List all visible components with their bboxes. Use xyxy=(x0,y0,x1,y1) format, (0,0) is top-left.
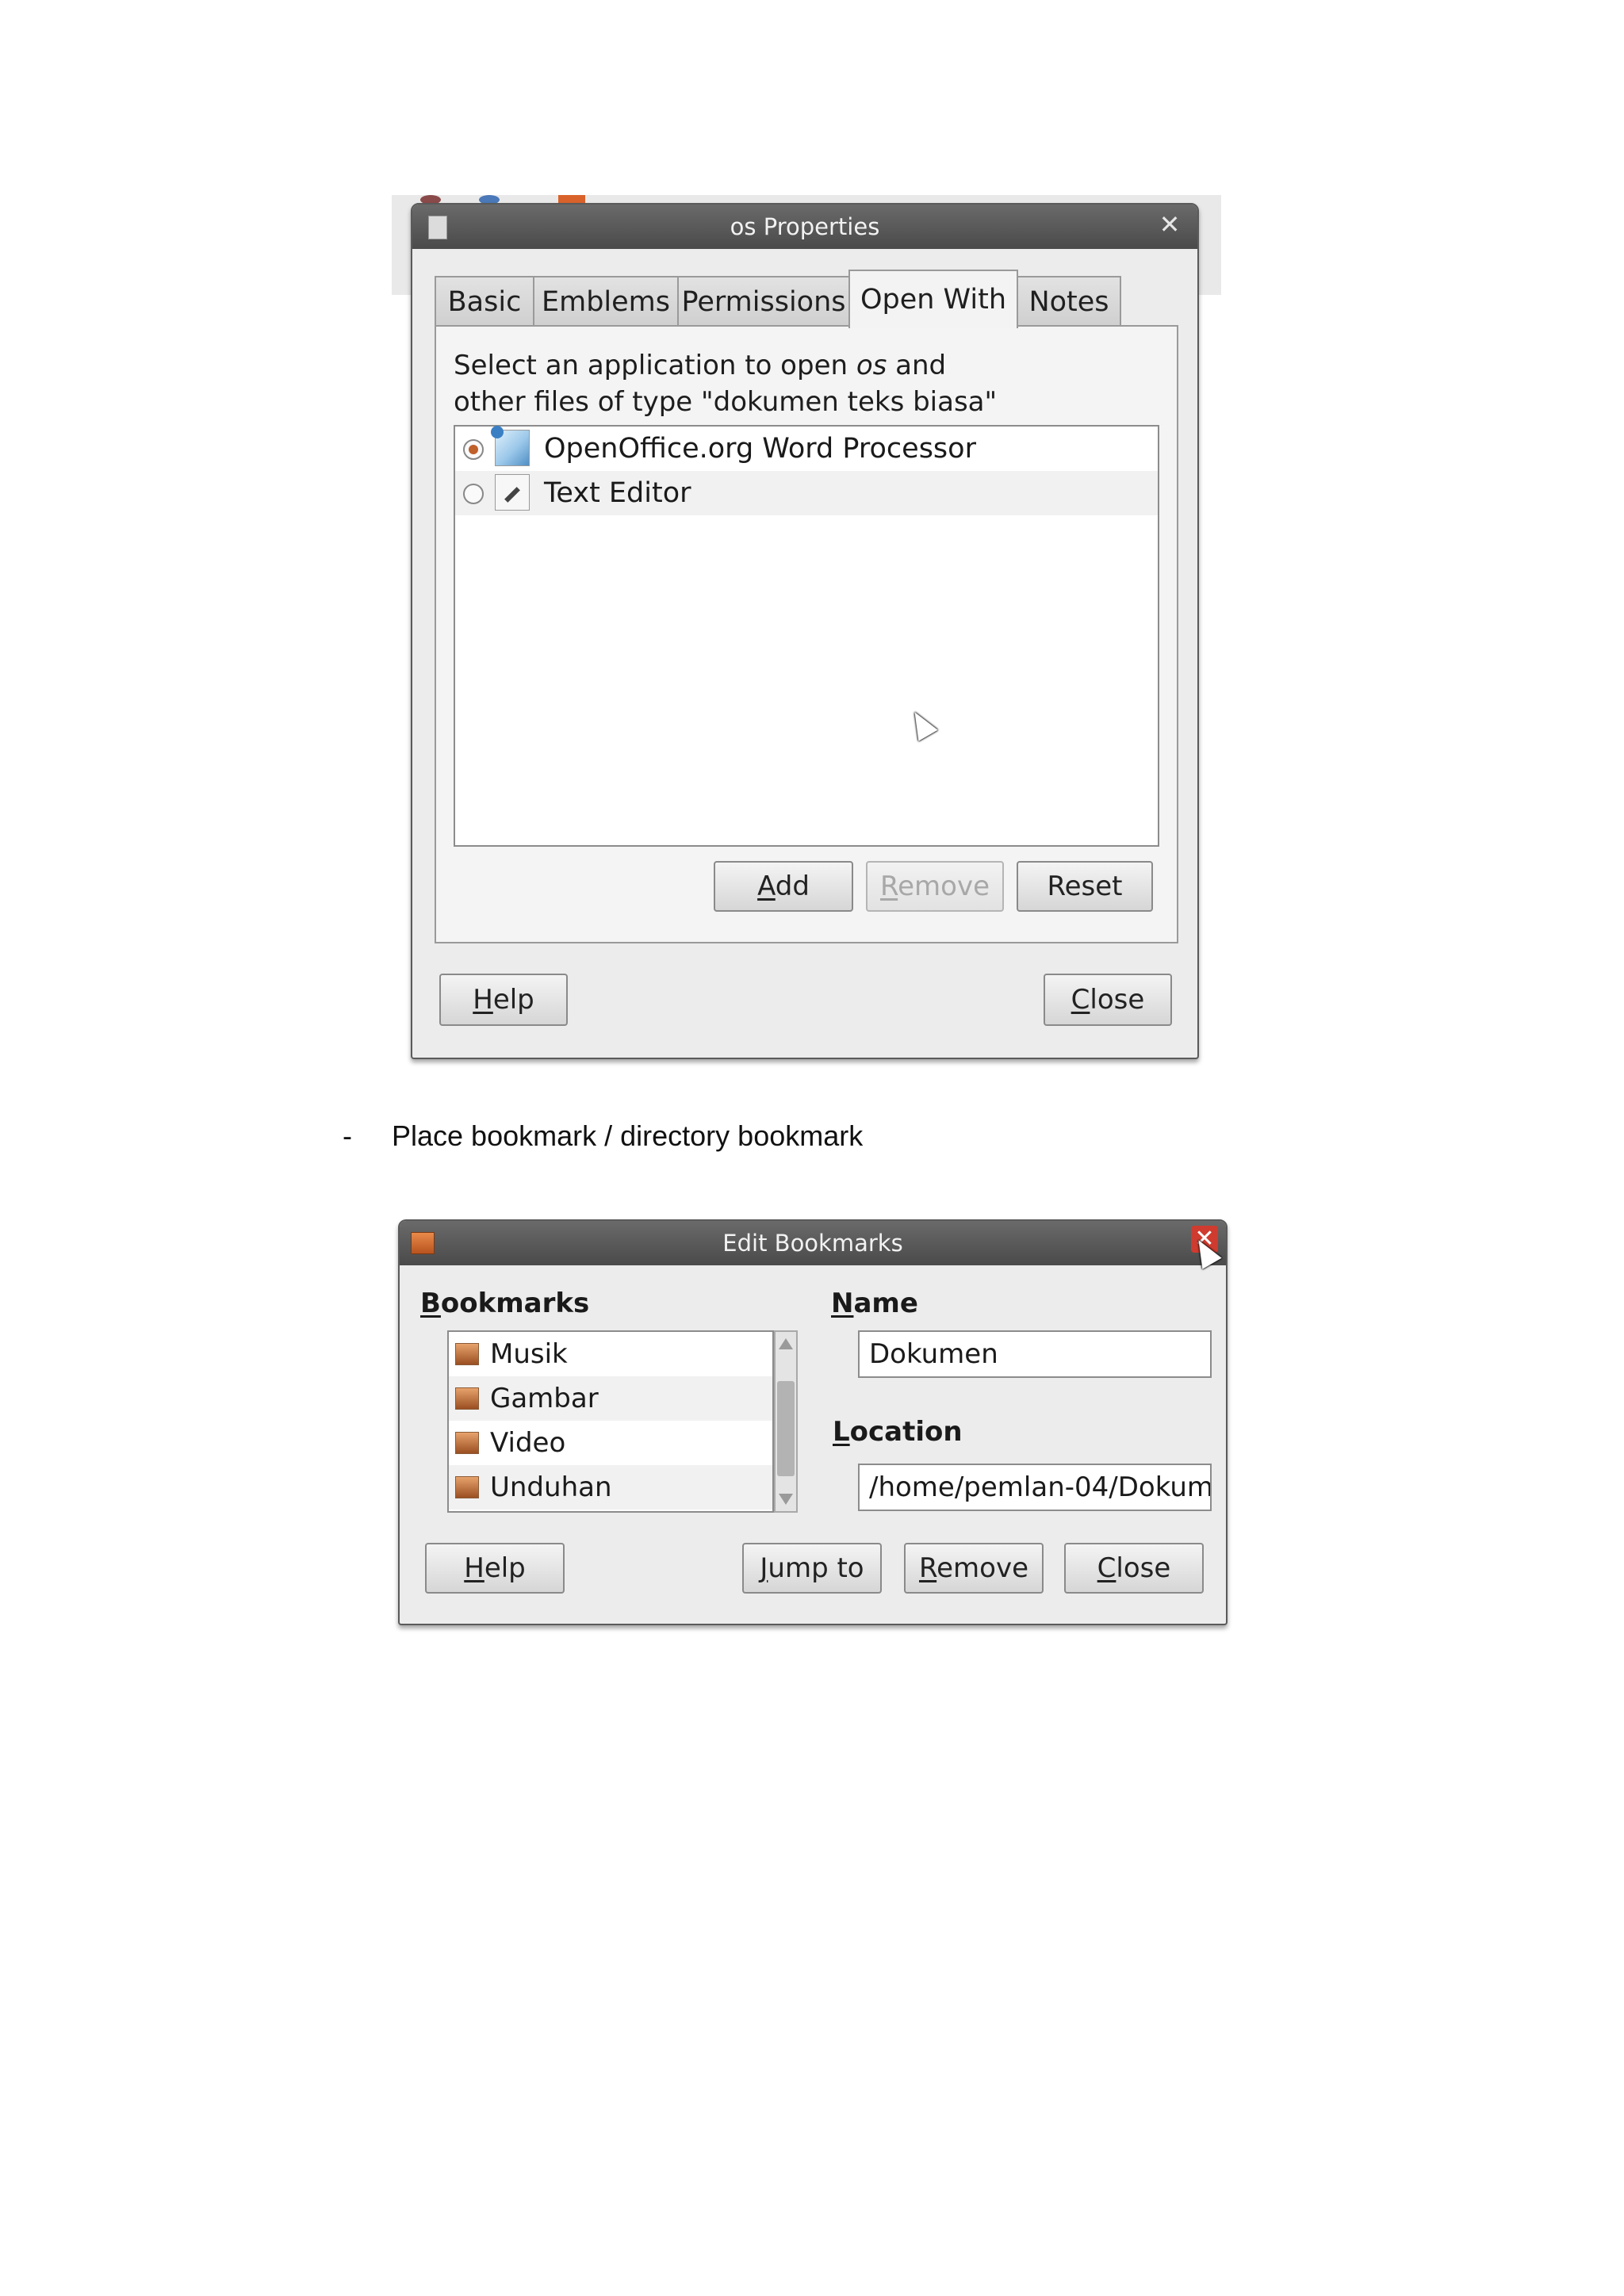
label-text: ocation xyxy=(849,1416,963,1448)
help-button[interactable]: Help xyxy=(439,974,568,1026)
document-icon xyxy=(428,216,447,239)
list-item[interactable]: Video xyxy=(449,1421,772,1465)
list-item[interactable]: Gambar xyxy=(449,1376,772,1421)
list-item[interactable]: OpenOffice.org Word Processor xyxy=(455,426,1158,471)
app-radio[interactable] xyxy=(463,484,484,504)
titlebar: Edit Bookmarks ✕ xyxy=(400,1221,1226,1265)
help-button[interactable]: Help xyxy=(425,1543,565,1594)
button-mnemonic: R xyxy=(919,1552,937,1584)
remove-button[interactable]: Remove xyxy=(866,861,1004,912)
bookmarks-icon xyxy=(411,1232,435,1254)
close-icon[interactable]: ✕ xyxy=(1156,211,1183,238)
instruction-part: and xyxy=(887,350,947,381)
tab-permissions[interactable]: Permissions xyxy=(677,276,850,327)
jump-to-button[interactable]: Jump to xyxy=(742,1543,882,1594)
background-icon xyxy=(558,195,585,203)
label-text: ookmarks xyxy=(440,1288,590,1319)
bookmark-name: Gambar xyxy=(490,1383,599,1414)
app-radio-selected[interactable] xyxy=(463,439,484,460)
bookmark-name: Video xyxy=(490,1427,566,1459)
add-button[interactable]: Add xyxy=(714,861,853,912)
bookmark-name: Musik xyxy=(490,1338,568,1370)
button-label: elp xyxy=(484,1552,526,1584)
app-name: OpenOffice.org Word Processor xyxy=(544,433,976,465)
button-mnemonic: C xyxy=(1071,984,1090,1016)
button-mnemonic: H xyxy=(473,984,493,1016)
button-label: emove xyxy=(936,1552,1028,1584)
label-text: ame xyxy=(853,1288,918,1319)
button-mnemonic: H xyxy=(464,1552,485,1584)
instruction-text: Select an application to open os and oth… xyxy=(454,347,997,420)
button-label: lose xyxy=(1116,1552,1171,1584)
button-label: ump to xyxy=(768,1552,864,1584)
label-mnemonic: L xyxy=(833,1416,850,1448)
list-item[interactable]: Unduhan xyxy=(449,1465,772,1510)
openoffice-writer-icon xyxy=(491,426,530,466)
vertical-scrollbar[interactable] xyxy=(774,1330,798,1513)
edit-bookmarks-dialog: Edit Bookmarks ✕ Bookmarks Musik Gambar … xyxy=(398,1219,1228,1625)
bookmark-name: Unduhan xyxy=(490,1471,612,1503)
scroll-thumb[interactable] xyxy=(777,1381,795,1476)
instruction-part: Select an application to open xyxy=(454,350,856,381)
location-label: Location xyxy=(833,1416,963,1448)
downloads-folder-icon xyxy=(455,1476,479,1498)
instruction-filename: os xyxy=(856,350,887,381)
dialog-title: os Properties xyxy=(730,213,880,240)
button-mnemonic: J xyxy=(760,1552,768,1584)
list-item[interactable]: Musik xyxy=(449,1332,772,1376)
music-folder-icon xyxy=(455,1343,479,1365)
button-label: dd xyxy=(775,871,810,902)
button-mnemonic: C xyxy=(1097,1552,1116,1584)
instruction-line2: other files of type "dokumen teks biasa" xyxy=(454,386,998,418)
remove-button[interactable]: Remove xyxy=(904,1543,1044,1594)
close-button[interactable]: Close xyxy=(1064,1543,1204,1594)
button-label: elp xyxy=(492,984,534,1016)
application-list[interactable]: OpenOffice.org Word Processor Text Edito… xyxy=(454,425,1159,847)
dialog-title: Edit Bookmarks xyxy=(722,1230,903,1257)
button-mnemonic: A xyxy=(757,871,776,902)
open-with-panel: Select an application to open os and oth… xyxy=(435,325,1178,943)
titlebar: os Properties ✕ xyxy=(412,205,1197,249)
list-item[interactable]: Text Editor xyxy=(455,471,1158,515)
tab-emblems[interactable]: Emblems xyxy=(533,276,679,327)
location-field[interactable]: /home/pemlan-04/Dokumen xyxy=(858,1464,1212,1511)
video-folder-icon xyxy=(455,1432,479,1454)
text-editor-icon xyxy=(495,474,530,511)
tab-open-with[interactable]: Open With xyxy=(848,270,1018,328)
app-name: Text Editor xyxy=(544,477,691,509)
reset-button[interactable]: Reset xyxy=(1017,861,1153,912)
bookmarks-list[interactable]: Musik Gambar Video Unduhan xyxy=(447,1330,774,1513)
scroll-down-icon[interactable] xyxy=(779,1494,793,1505)
bullet-text: Place bookmark / directory bookmark xyxy=(392,1119,864,1152)
close-button[interactable]: Close xyxy=(1044,974,1172,1026)
tab-basic[interactable]: Basic xyxy=(435,276,534,327)
name-label: Name xyxy=(831,1288,918,1319)
properties-dialog: os Properties ✕ Basic Emblems Permission… xyxy=(411,203,1199,1059)
label-mnemonic: N xyxy=(831,1288,854,1319)
scroll-up-icon[interactable] xyxy=(779,1338,793,1349)
button-label: lose xyxy=(1090,984,1145,1016)
button-label: emove xyxy=(898,871,990,902)
bookmarks-label: Bookmarks xyxy=(420,1288,589,1319)
label-mnemonic: B xyxy=(420,1288,441,1319)
bullet-marker: - xyxy=(343,1119,352,1152)
pictures-folder-icon xyxy=(455,1387,479,1410)
button-mnemonic: R xyxy=(880,871,898,902)
name-field[interactable]: Dokumen xyxy=(858,1330,1212,1378)
tab-notes[interactable]: Notes xyxy=(1017,276,1121,327)
